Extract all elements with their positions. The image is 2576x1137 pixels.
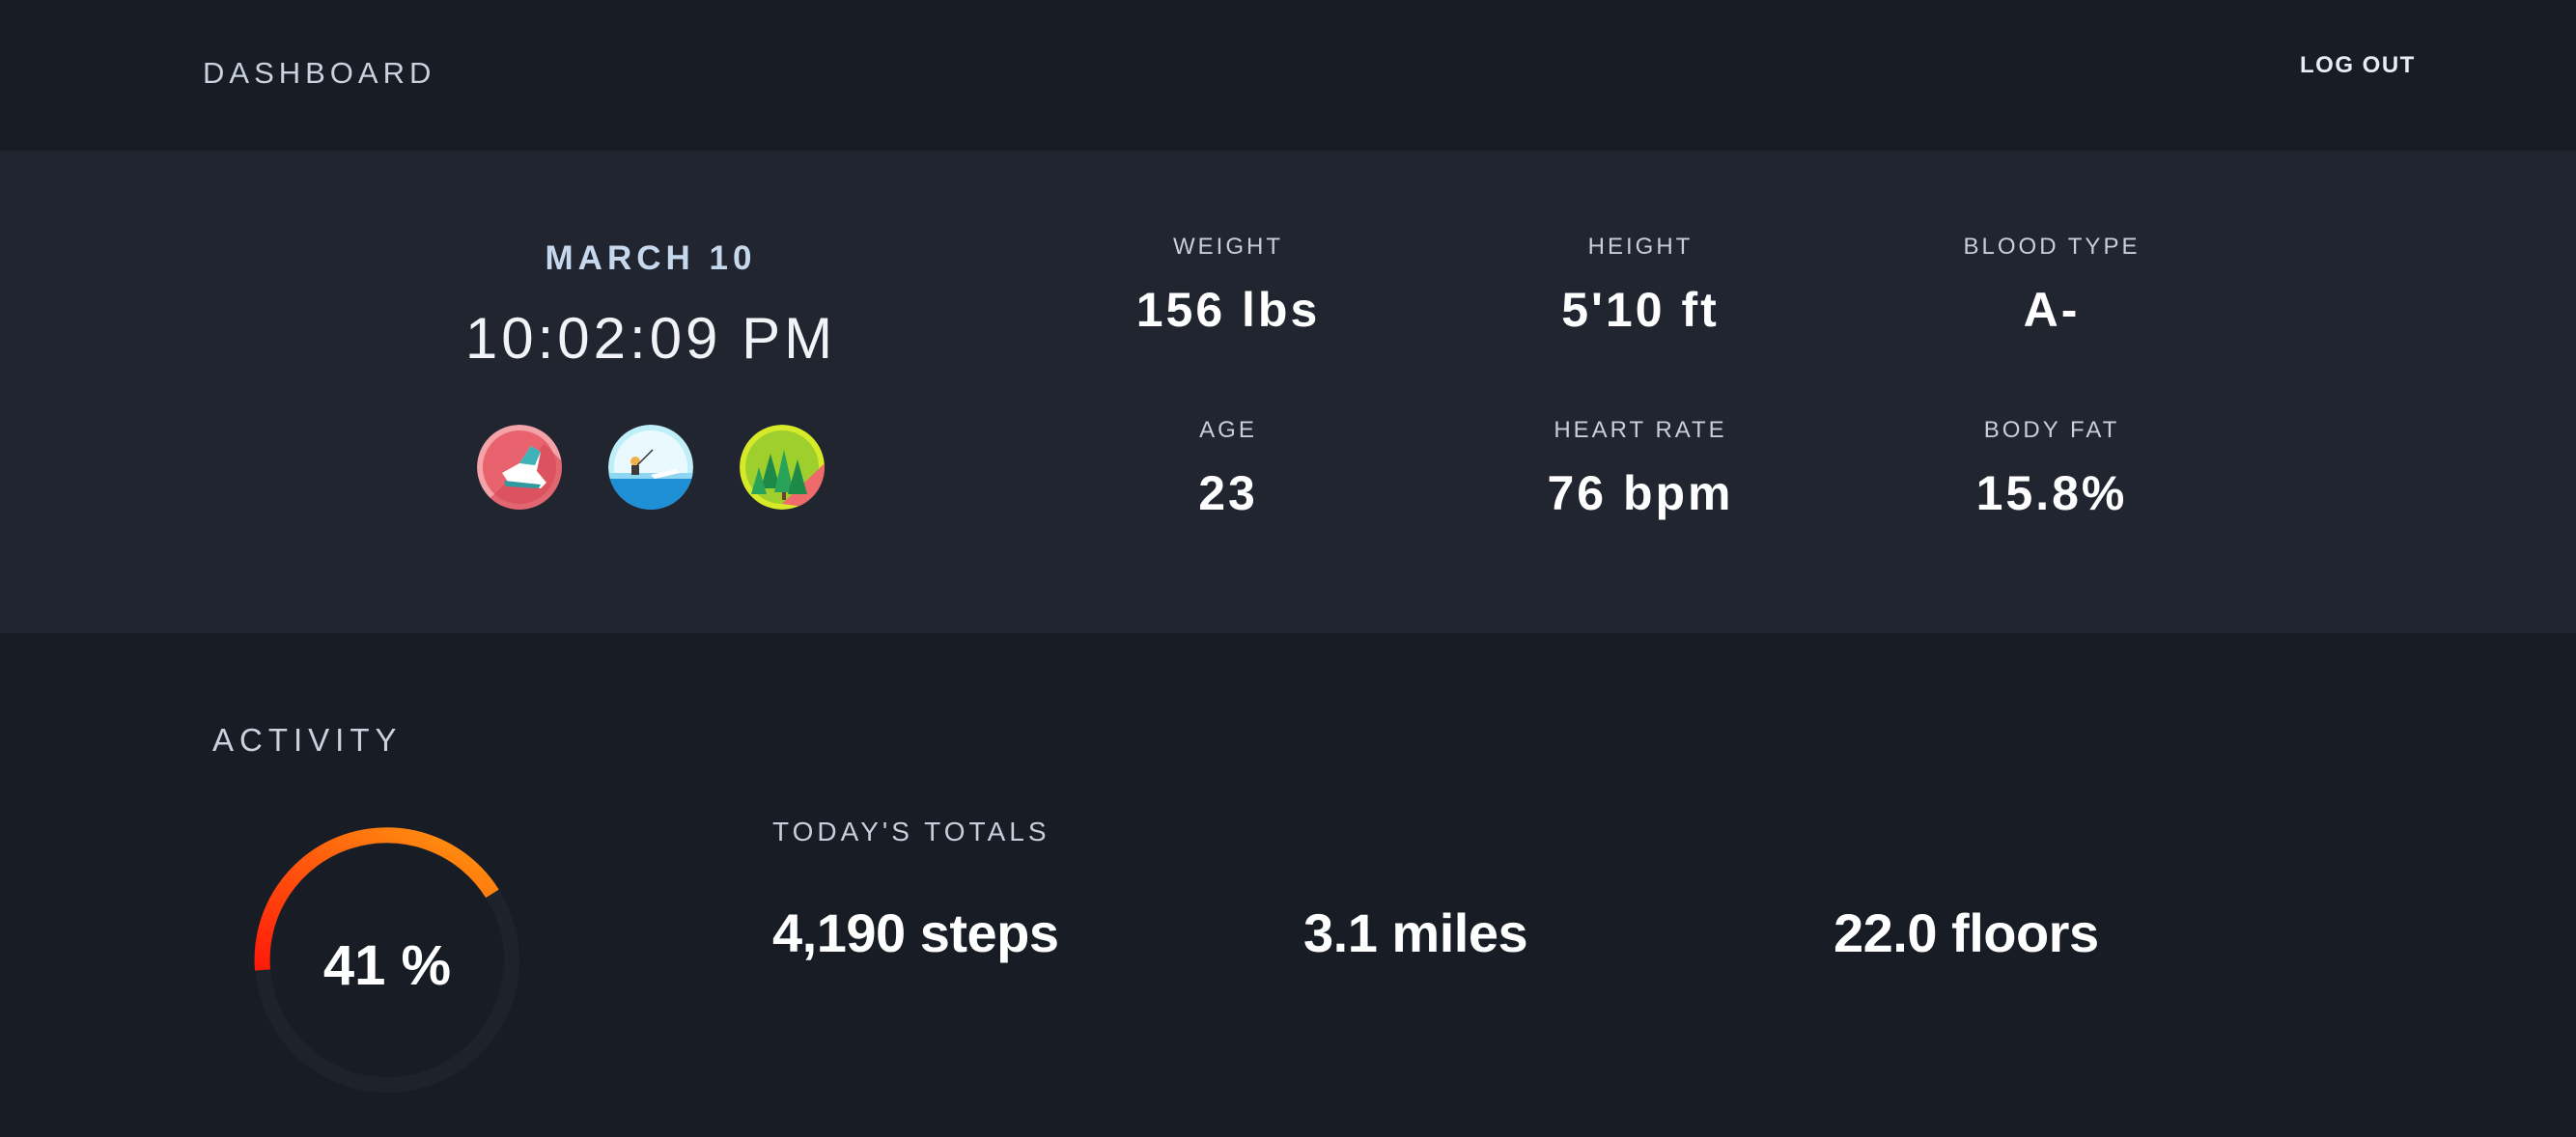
stat-label: HEART RATE (1554, 417, 1727, 443)
stat-label: BODY FAT (1983, 417, 2120, 443)
stat-value: 23 (1198, 466, 1258, 520)
heart-rate-stat: HEART RATE 76 bpm (1467, 417, 1814, 521)
stat-value: 15.8% (1975, 466, 2128, 520)
blood-type-stat: BLOOD TYPE A- (1878, 234, 2226, 338)
sneaker-badge-icon[interactable] (477, 425, 562, 510)
stat-label: HEIGHT (1587, 234, 1694, 260)
activity-heading: ACTIVITY (212, 722, 403, 758)
height-stat: HEIGHT 5'10 ft (1467, 234, 1814, 338)
forest-badge-icon[interactable] (740, 425, 825, 510)
dashboard-title: DASHBOARD (203, 56, 436, 90)
activity-progress-ring: 41 % (251, 824, 523, 1096)
current-date: MARCH 10 (545, 239, 757, 277)
todays-totals-heading: TODAY'S TOTALS (772, 817, 1050, 846)
stat-value: 76 bpm (1547, 466, 1734, 520)
stat-label: AGE (1199, 417, 1257, 443)
body-fat-stat: BODY FAT 15.8% (1878, 417, 2226, 521)
age-stat: AGE 23 (1054, 417, 1402, 521)
miles-total: 3.1 miles (1303, 902, 1528, 963)
fishing-badge-icon[interactable] (608, 425, 693, 510)
top-bar: DASHBOARD LOG OUT (0, 0, 2576, 151)
stat-label: WEIGHT (1173, 234, 1283, 260)
stat-label: BLOOD TYPE (1963, 234, 2141, 260)
floors-total: 22.0 floors (1834, 902, 2099, 963)
progress-percent: 41 % (322, 933, 452, 997)
stat-value: A- (2023, 283, 2081, 337)
stat-value: 156 lbs (1135, 283, 1321, 337)
stat-value: 5'10 ft (1561, 283, 1720, 337)
current-time: 10:02:09 PM (464, 306, 837, 371)
logout-button[interactable]: LOG OUT (2300, 52, 2416, 79)
weight-stat: WEIGHT 156 lbs (1054, 234, 1402, 338)
profile-summary-band: MARCH 10 10:02:09 PM WEIGHT 156 lbs HEIG… (0, 151, 2576, 633)
steps-total: 4,190 steps (772, 902, 1059, 963)
